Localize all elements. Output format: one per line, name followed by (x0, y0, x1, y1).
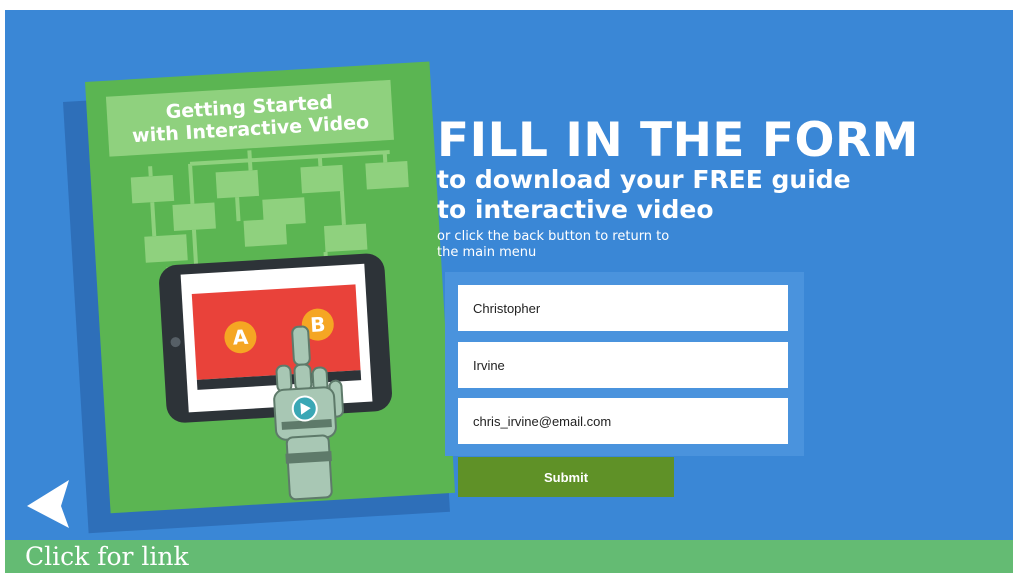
robot-hand-icon (273, 325, 344, 501)
headline-subtitle: to download your FREE guide (437, 165, 1007, 195)
guide-book-cover: Getting Started with Interactive Video A… (85, 61, 456, 514)
back-instruction: or click the back button to return to th… (437, 229, 1007, 261)
slide-stage: Getting Started with Interactive Video A… (5, 10, 1013, 540)
last-name-field[interactable] (458, 342, 788, 388)
subtitle-pre: to download your (437, 165, 693, 194)
headline-title: FILL IN THE FORM (437, 113, 919, 168)
signup-form (445, 272, 804, 456)
email-field[interactable] (458, 398, 788, 444)
subtitle-post: guide (762, 165, 851, 194)
back-instruction-line1: or click the back button to return to (437, 229, 670, 244)
headline-subtitle-line2: to interactive video (437, 195, 714, 224)
footer-link[interactable]: Click for link (5, 540, 1013, 573)
headline-block: FILL IN THE FORM to download your FREE g… (437, 117, 1007, 261)
first-name-field[interactable] (458, 285, 788, 331)
subtitle-emph: FREE (692, 165, 763, 194)
submit-button[interactable]: Submit (458, 457, 674, 497)
back-instruction-line2: the main menu (437, 245, 537, 260)
back-arrow-icon[interactable] (27, 480, 77, 528)
tablet-camera (170, 336, 181, 348)
